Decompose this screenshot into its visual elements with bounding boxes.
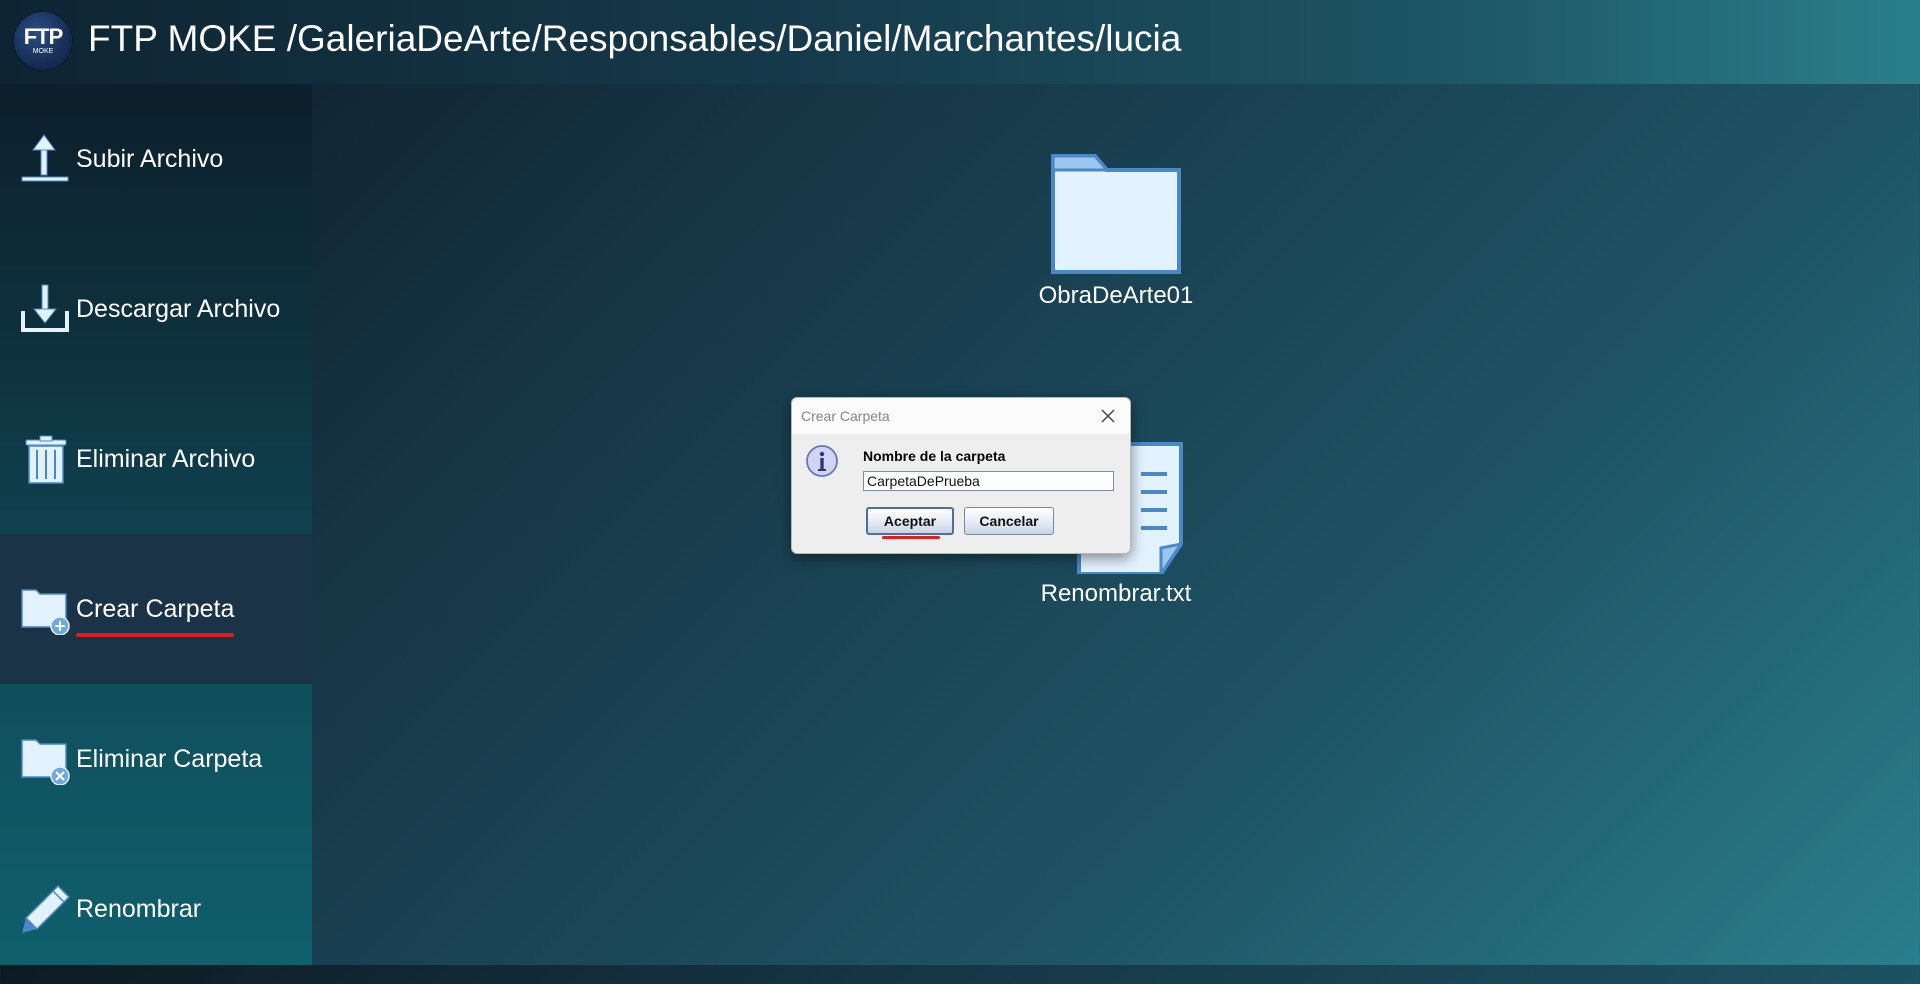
folder-name-label: Nombre de la carpeta [863,448,1006,464]
path-title: FTP MOKE /GaleriaDeArte/Responsables/Dan… [88,18,1182,59]
title-bar: FTP MOKE FTP MOKE /GaleriaDeArte/Respons… [0,0,1920,84]
folder-name-input[interactable] [863,471,1114,491]
app-logo: FTP MOKE [14,12,72,70]
dialog-titlebar: Crear Carpeta [792,398,1130,434]
accept-button[interactable]: Aceptar [866,507,954,535]
folder-icon [1051,154,1181,274]
upload-icon [21,134,69,182]
sidebar-item-label: Crear Carpeta [76,594,235,623]
cancel-button[interactable]: Cancelar [964,507,1054,535]
sidebar-item-download[interactable]: Descargar Archivo [0,234,312,384]
annotation-underline [76,633,234,637]
folder-add-icon [21,589,70,635]
sidebar-item-label: Renombrar [76,894,202,923]
sidebar-item-label: Eliminar Archivo [76,444,256,473]
sidebar-item-create-folder[interactable]: Crear Carpeta [0,534,312,684]
sidebar-item-rename[interactable]: Renombrar [0,834,312,984]
sidebar: Subir Archivo Descargar Archivo Eliminar… [0,84,312,965]
dialog-title: Crear Carpeta [801,408,890,424]
download-icon [21,284,69,332]
sidebar-item-delete-folder[interactable]: Eliminar Carpeta [0,684,312,834]
sidebar-item-upload[interactable]: Subir Archivo [0,84,312,234]
info-icon [806,445,838,477]
create-folder-dialog: Crear Carpeta Nombre de la carpeta Acept… [791,397,1131,554]
pencil-icon [22,884,71,933]
sidebar-item-delete-file[interactable]: Eliminar Archivo [0,384,312,534]
file-name: Renombrar.txt [1040,580,1192,607]
folder-delete-icon [21,739,70,785]
folder-item[interactable]: ObraDeArte01 [1036,152,1196,310]
close-icon[interactable] [1096,404,1120,428]
annotation-underline [882,536,940,539]
logo-subtext: MOKE [32,48,54,55]
file-name: ObraDeArte01 [1038,282,1194,309]
logo-text: FTP [23,24,64,49]
sidebar-item-label: Eliminar Carpeta [76,744,263,773]
trash-icon [25,435,67,484]
sidebar-item-label: Subir Archivo [76,144,224,173]
sidebar-item-label: Descargar Archivo [76,294,281,323]
